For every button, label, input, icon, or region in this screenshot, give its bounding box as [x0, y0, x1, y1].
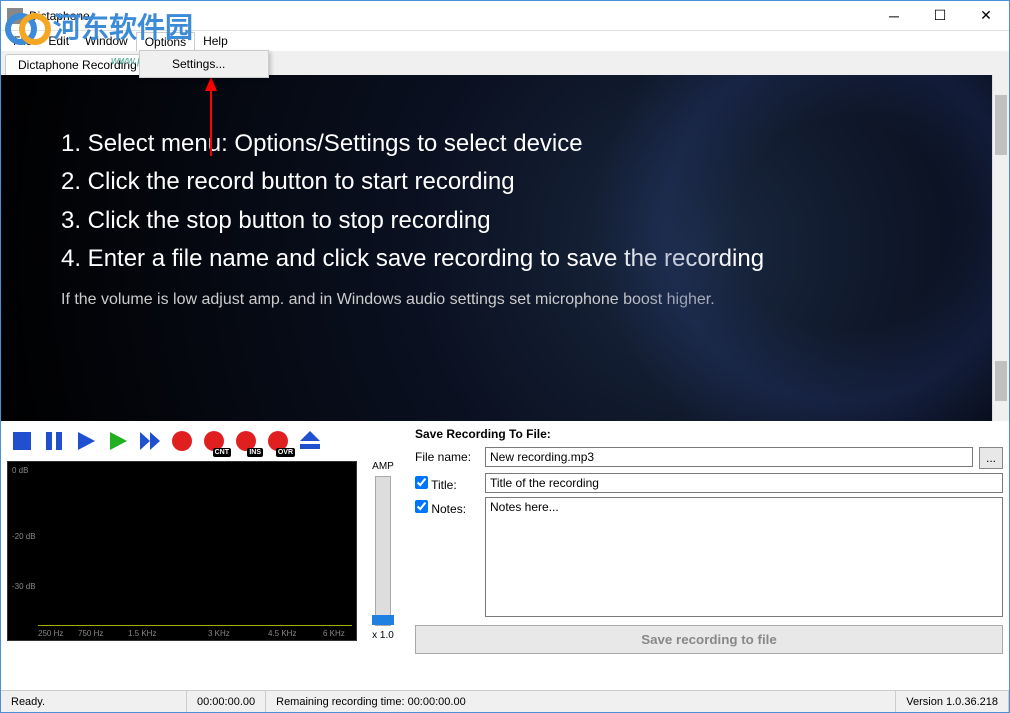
status-remaining: Remaining recording time: 00:00:00.00	[266, 691, 896, 712]
play-green-button[interactable]	[103, 427, 133, 455]
stop-button[interactable]	[7, 427, 37, 455]
x-250hz: 250 Hz	[38, 629, 63, 638]
close-button[interactable]: ✕	[963, 1, 1009, 31]
menu-help[interactable]: Help	[195, 32, 236, 50]
record-ovr-button[interactable]: OVR	[263, 427, 293, 455]
y-0db: 0 dB	[12, 466, 28, 475]
amp-slider[interactable]	[375, 476, 391, 626]
amp-label: AMP	[365, 461, 401, 472]
scrollbar-thumb[interactable]	[995, 361, 1007, 401]
play-button[interactable]	[71, 427, 101, 455]
step-4: 4. Enter a file name and click save reco…	[61, 240, 962, 278]
x-6khz: 6 KHz	[323, 629, 345, 638]
notes-textarea[interactable]: Notes here...	[485, 497, 1003, 617]
vertical-scrollbar[interactable]	[992, 75, 1009, 421]
step-3: 3. Click the stop button to stop recordi…	[61, 202, 962, 240]
record-ins-button[interactable]: INS	[231, 427, 261, 455]
status-time: 00:00:00.00	[187, 691, 266, 712]
x-4.5khz: 4.5 KHz	[268, 629, 296, 638]
watermark-logo: 河东软件园	[1, 1, 197, 51]
save-recording-button[interactable]: Save recording to file	[415, 625, 1003, 654]
watermark-text: 河东软件园	[53, 6, 193, 46]
status-version: Version 1.0.36.218	[896, 691, 1009, 712]
eject-button[interactable]	[295, 427, 325, 455]
step-2: 2. Click the record button to start reco…	[61, 163, 962, 201]
title-input[interactable]	[485, 473, 1003, 493]
maximize-button[interactable]: ☐	[917, 1, 963, 31]
cnt-badge: CNT	[213, 448, 231, 457]
minimize-button[interactable]: ─	[871, 1, 917, 31]
notes-checkbox[interactable]	[415, 500, 428, 513]
statusbar: Ready. 00:00:00.00 Remaining recording t…	[1, 690, 1009, 712]
logo-icon	[5, 5, 47, 47]
title-label: Title:	[431, 478, 457, 492]
y-20db: -20 dB	[12, 532, 36, 541]
x-3khz: 3 KHz	[208, 629, 230, 638]
menu-settings[interactable]: Settings...	[142, 53, 266, 75]
spectrum-analyzer: 0 dB -20 dB -30 dB 250 Hz 750 Hz 1.5 KHz…	[7, 461, 357, 641]
browse-button[interactable]: ...	[979, 447, 1003, 469]
instructions-panel: 1. Select menu: Options/Settings to sele…	[1, 75, 992, 421]
amp-slider-thumb[interactable]	[372, 615, 394, 625]
scrollbar-thumb[interactable]	[995, 95, 1007, 155]
save-panel: Save Recording To File: File name: ... T…	[415, 427, 1003, 653]
ins-badge: INS	[247, 448, 263, 457]
options-dropdown: Settings...	[139, 50, 269, 78]
fastforward-button[interactable]	[135, 427, 165, 455]
step-1: 1. Select menu: Options/Settings to sele…	[61, 125, 962, 163]
hint-text: If the volume is low adjust amp. and in …	[61, 287, 962, 313]
filename-label: File name:	[415, 447, 479, 464]
transport-controls: CNT INS OVR	[7, 427, 407, 455]
record-cnt-button[interactable]: CNT	[199, 427, 229, 455]
amp-value: x 1.0	[365, 630, 401, 641]
filename-input[interactable]	[485, 447, 973, 467]
status-ready: Ready.	[1, 691, 187, 712]
pause-button[interactable]	[39, 427, 69, 455]
notes-label: Notes:	[431, 502, 466, 516]
x-750hz: 750 Hz	[78, 629, 103, 638]
y-30db: -30 dB	[12, 582, 36, 591]
save-heading: Save Recording To File:	[415, 427, 1003, 441]
ovr-badge: OVR	[276, 448, 295, 457]
spectrum-baseline	[38, 625, 352, 626]
record-button[interactable]	[167, 427, 197, 455]
title-checkbox[interactable]	[415, 476, 428, 489]
x-1.5khz: 1.5 KHz	[128, 629, 156, 638]
